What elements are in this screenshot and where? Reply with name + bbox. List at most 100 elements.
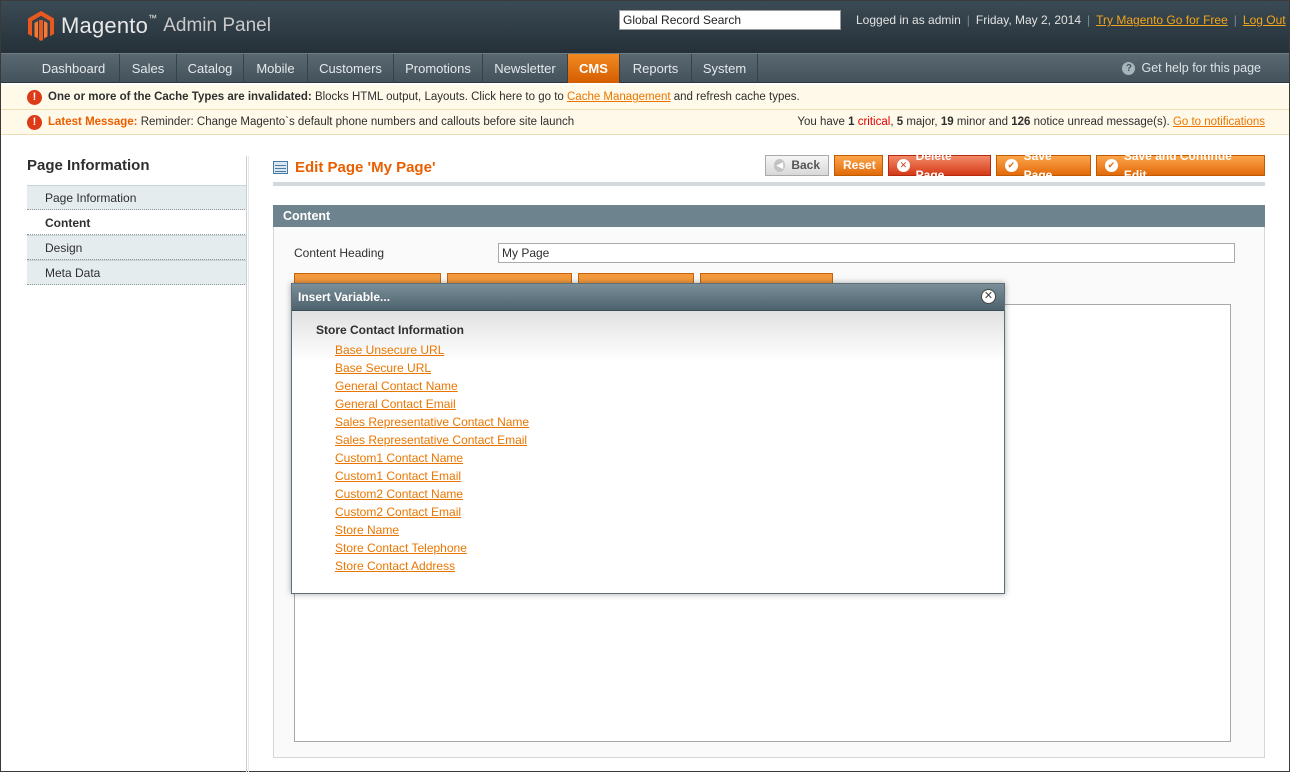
nav-promotions[interactable]: Promotions: [394, 54, 483, 83]
sidebar-tabs: Page Information Content Design Meta Dat…: [27, 185, 247, 285]
variable-link[interactable]: Custom1 Contact Name: [335, 451, 463, 465]
reset-button[interactable]: Reset: [834, 155, 883, 176]
nav-reports[interactable]: Reports: [620, 54, 692, 83]
tab-meta-data[interactable]: Meta Data: [27, 260, 247, 285]
list-item: Base Unsecure URL: [335, 342, 980, 360]
delete-page-button[interactable]: ✕ Delete Page: [888, 149, 991, 182]
help-link-label: Get help for this page: [1141, 61, 1261, 75]
tab-content[interactable]: Content: [27, 210, 247, 235]
list-item: Custom1 Contact Email: [335, 468, 980, 486]
list-item: General Contact Email: [335, 396, 980, 414]
latest-message-label: Latest Message:: [48, 116, 138, 128]
close-icon[interactable]: ✕: [981, 289, 996, 304]
list-item: Base Secure URL: [335, 360, 980, 378]
logo-text: Magento™: [61, 13, 158, 38]
error-icon: !: [27, 115, 42, 130]
nav-cms[interactable]: CMS: [568, 54, 620, 83]
try-magento-go-link[interactable]: Try Magento Go for Free: [1096, 13, 1228, 27]
variable-link[interactable]: Custom2 Contact Email: [335, 505, 461, 519]
list-item: Custom2 Contact Email: [335, 504, 980, 522]
variable-link[interactable]: Store Contact Address: [335, 559, 455, 573]
header-links: Logged in as admin | Friday, May 2, 2014 | T…: [856, 13, 1286, 27]
cache-message-text: Blocks HTML output, Layouts. Click here …: [314, 91, 564, 103]
critical-label: critical: [857, 116, 891, 128]
back-button[interactable]: ◀ Back: [765, 155, 829, 176]
variable-link[interactable]: Custom2 Contact Name: [335, 487, 463, 501]
magento-logo-icon: [28, 11, 54, 41]
dialog-title: Insert Variable...: [292, 284, 1004, 311]
logged-in-text: Logged in as admin: [856, 13, 961, 27]
cms-page-icon: [273, 161, 288, 174]
critical-count: 1: [848, 116, 855, 128]
nav-system[interactable]: System: [692, 54, 758, 83]
sidebar-title: Page Information: [27, 157, 150, 174]
logout-link[interactable]: Log Out: [1243, 13, 1286, 27]
insert-variable-dialog: Insert Variable... ✕ Store Contact Infor…: [291, 283, 1005, 594]
variable-link[interactable]: Custom1 Contact Email: [335, 469, 461, 483]
tab-page-information[interactable]: Page Information: [27, 185, 247, 210]
delete-page-button-label: Delete Page: [915, 148, 952, 182]
tab-design[interactable]: Design: [27, 235, 247, 260]
content-heading-label: Content Heading: [294, 246, 385, 260]
global-search-input[interactable]: [619, 10, 841, 30]
minor-count: 19: [940, 116, 954, 128]
list-item: Sales Representative Contact Email: [335, 432, 980, 450]
variable-list: Base Unsecure URL Base Secure URL Genera…: [316, 342, 980, 576]
nav-catalog[interactable]: Catalog: [177, 54, 244, 83]
variable-link[interactable]: General Contact Name: [335, 379, 458, 393]
go-to-notifications-link[interactable]: Go to notifications: [1173, 116, 1265, 128]
save-page-button[interactable]: ✔ Save Page: [996, 149, 1091, 182]
variable-link[interactable]: Store Contact Telephone: [335, 541, 467, 555]
error-icon: !: [27, 90, 42, 105]
list-item: Store Contact Telephone: [335, 540, 980, 558]
content-heading-input[interactable]: My Page: [498, 243, 1235, 263]
latest-message-text: Reminder: Change Magento`s default phone…: [140, 116, 575, 128]
magento-logo[interactable]: Magento™ Admin Panel: [27, 10, 271, 42]
variable-group-heading: Store Contact Information: [316, 323, 465, 337]
delete-icon: ✕: [897, 159, 910, 172]
variable-link[interactable]: Base Unsecure URL: [335, 343, 444, 357]
variable-link[interactable]: Sales Representative Contact Email: [335, 433, 527, 447]
list-item: Sales Representative Contact Name: [335, 414, 980, 432]
nav-mobile[interactable]: Mobile: [244, 54, 308, 83]
list-item: Custom2 Contact Name: [335, 486, 980, 504]
variable-link[interactable]: Sales Representative Contact Name: [335, 415, 529, 429]
page-title-text: Edit Page 'My Page': [295, 159, 436, 176]
page-title: Edit Page 'My Page': [273, 159, 436, 176]
help-link[interactable]: ? Get help for this page: [1122, 61, 1261, 75]
cache-message-tail: and refresh cache types.: [673, 91, 800, 103]
title-divider: [273, 182, 1265, 186]
list-item: Store Contact Address: [335, 558, 980, 576]
variable-link[interactable]: Base Secure URL: [335, 361, 431, 375]
save-and-continue-button[interactable]: ✔ Save and Continue Edit: [1096, 149, 1265, 182]
sidebar-divider: [246, 156, 247, 772]
logo-subtitle: Admin Panel: [163, 15, 271, 36]
help-icon: ?: [1122, 61, 1136, 75]
list-item: General Contact Name: [335, 378, 980, 396]
reset-button-label: Reset: [843, 158, 876, 172]
back-button-label: Back: [791, 158, 820, 172]
cache-message: ! One or more of the Cache Types are inv…: [1, 85, 1289, 110]
message-summary: You have 1 critical, 5 major, 19 minor a…: [797, 116, 1265, 128]
date-text: Friday, May 2, 2014: [975, 13, 1082, 27]
admin-header: Magento™ Admin Panel Logged in as admin|…: [1, 1, 1289, 53]
variable-link[interactable]: General Contact Email: [335, 397, 456, 411]
notice-count: 126: [1011, 116, 1031, 128]
nav-newsletter[interactable]: Newsletter: [483, 54, 568, 83]
latest-message: ! Latest Message: Reminder: Change Magen…: [1, 110, 1289, 135]
nav-sales[interactable]: Sales: [120, 54, 177, 83]
list-item: Custom1 Contact Name: [335, 450, 980, 468]
nav-customers[interactable]: Customers: [308, 54, 394, 83]
cache-message-bold: One or more of the Cache Types are inval…: [48, 91, 312, 103]
nav-dashboard[interactable]: Dashboard: [28, 54, 120, 83]
checkmark-icon: ✔: [1005, 159, 1018, 172]
main-nav: Dashboard Sales Catalog Mobile Customers…: [1, 53, 1289, 83]
list-item: Store Name: [335, 522, 980, 540]
dialog-body: Store Contact Information Base Unsecure …: [292, 311, 1004, 593]
checkmark-icon: ✔: [1105, 159, 1118, 172]
back-arrow-icon: ◀: [774, 159, 786, 172]
content-fieldset-header: Content: [273, 205, 1265, 227]
variable-link[interactable]: Store Name: [335, 523, 399, 537]
cache-management-link[interactable]: Cache Management: [567, 91, 671, 103]
save-and-continue-button-label: Save and Continue Edit: [1123, 148, 1232, 182]
